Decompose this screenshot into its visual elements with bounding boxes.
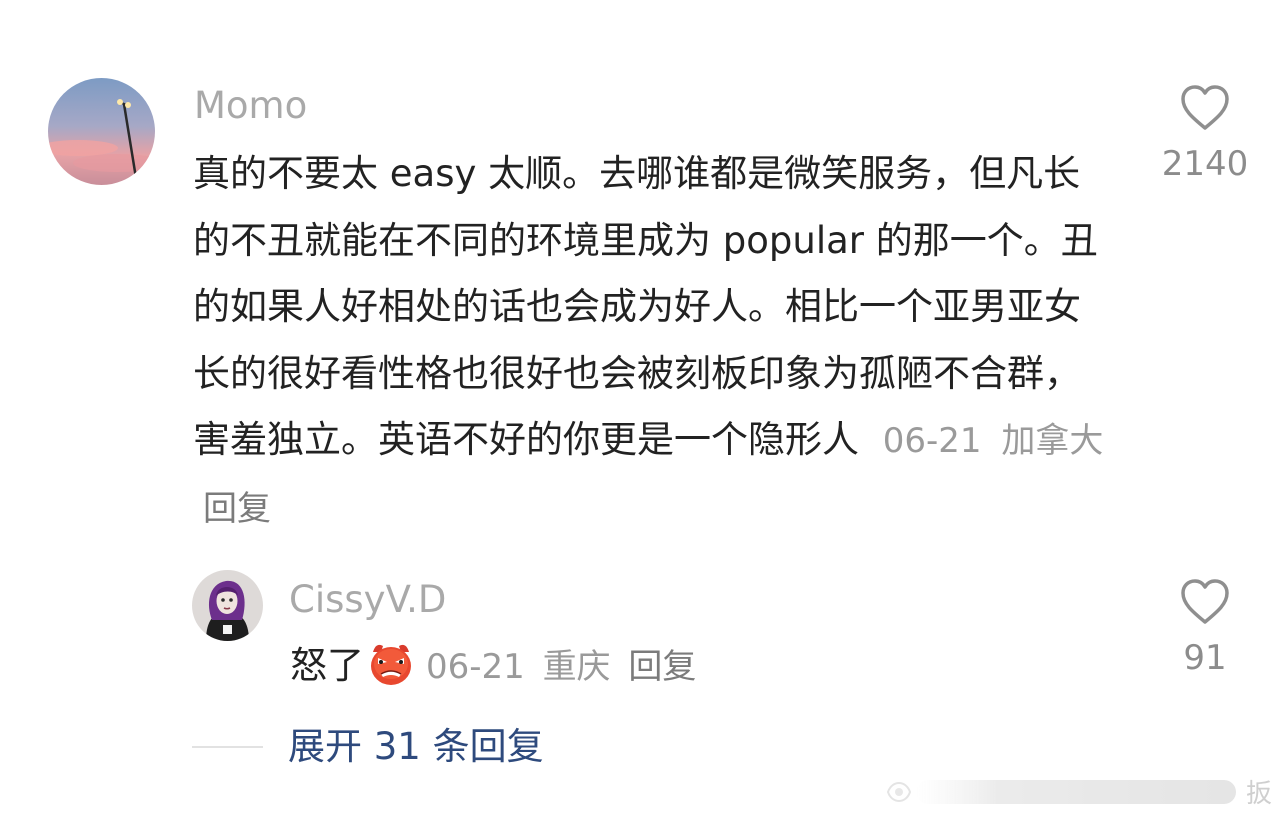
avatar[interactable]: [48, 78, 155, 185]
comment-body: 真的不要太 easy 太顺。去哪谁都是微笑服务，但凡长的不丑就能在不同的环境里成…: [193, 141, 1113, 542]
reply-text: 怒了: [290, 644, 364, 687]
reply-reply-button[interactable]: 回复: [628, 647, 696, 687]
comment-location: 加拿大: [1001, 421, 1104, 461]
watermark: 扳: [886, 779, 1272, 809]
like-count: 91: [1183, 638, 1227, 678]
reply-like[interactable]: 91: [1150, 578, 1260, 678]
reply-username[interactable]: CissyV.D: [289, 578, 446, 622]
watermark-text: 扳: [1246, 779, 1272, 809]
avatar[interactable]: [192, 570, 263, 641]
reply-date: 06-21: [426, 647, 525, 687]
like-count: 2140: [1161, 144, 1249, 184]
comment-date: 06-21: [882, 421, 982, 461]
reply-location: 重庆: [542, 647, 611, 687]
heart-icon[interactable]: [1179, 84, 1231, 132]
comment-like[interactable]: 2140: [1150, 84, 1260, 184]
expand-divider: [192, 746, 263, 748]
comment-text: 真的不要太 easy 太顺。去哪谁都是微笑服务，但凡长的不丑就能在不同的环境里成…: [193, 152, 1098, 461]
avatar-portrait-image: [192, 570, 263, 641]
avatar-sunset-image: [48, 78, 155, 185]
angry-face-emoji-icon: [371, 644, 411, 685]
heart-icon[interactable]: [1179, 578, 1231, 626]
reply-body: 怒了 06-21 重庆 回复: [290, 633, 696, 700]
comment-username[interactable]: Momo: [194, 84, 307, 128]
comment-reply-button[interactable]: 回复: [203, 489, 271, 529]
expand-replies-button[interactable]: 展开 31 条回复: [288, 724, 544, 770]
